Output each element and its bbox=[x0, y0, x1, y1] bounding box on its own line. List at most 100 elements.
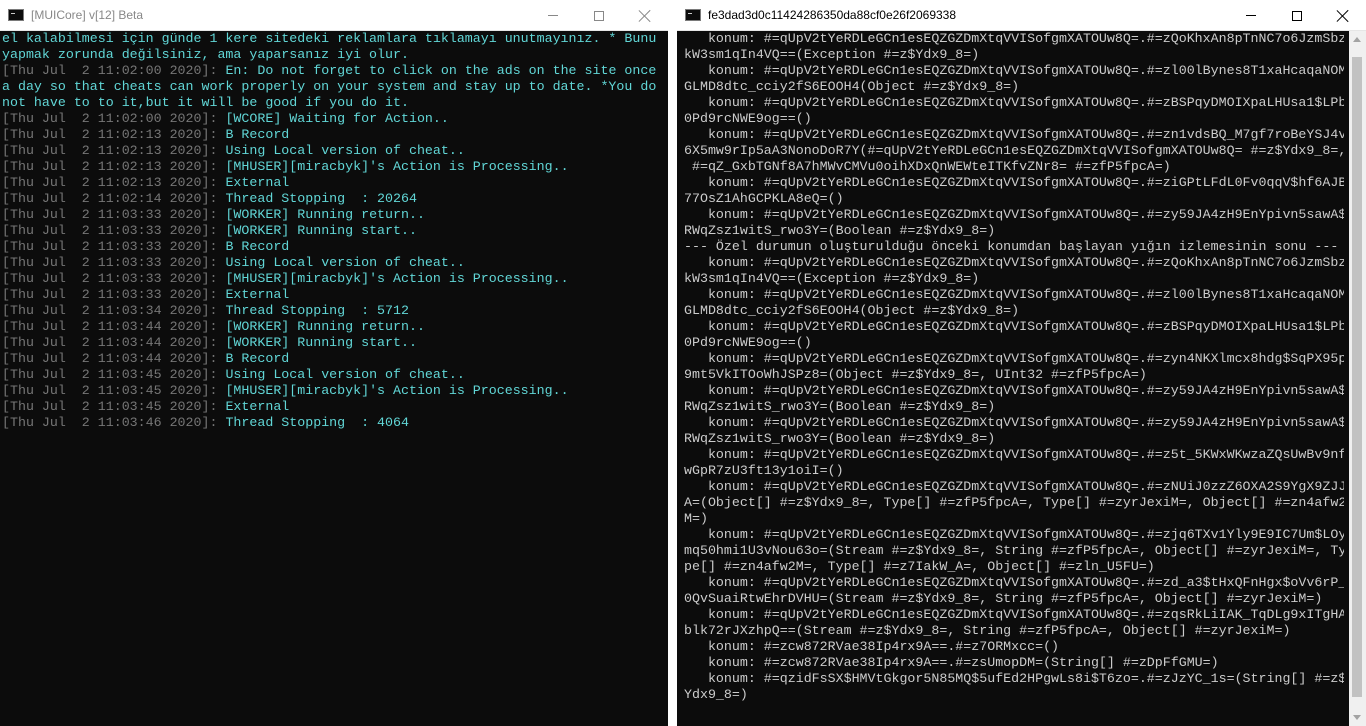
stack-trace-line: konum: #=zcw872RVae38Ip4rx9A==.#=zsUmopD… bbox=[684, 655, 1219, 670]
log-message: Using Local version of cheat.. bbox=[225, 255, 465, 270]
log-timestamp: [Thu Jul 2 11:03:33 2020]: bbox=[2, 255, 226, 270]
stack-trace-line: konum: #=qUpV2tYeRDLeGCn1esEQZGZDmXtqVVI… bbox=[684, 63, 1344, 78]
console-line: [Thu Jul 2 11:03:44 2020]: B Record bbox=[2, 351, 660, 367]
console-line: a day so that cheats can work properly o… bbox=[2, 79, 660, 95]
log-timestamp: [Thu Jul 2 11:02:13 2020]: bbox=[2, 159, 226, 174]
stack-trace-line: RWqZsz1witS_rwo3Y=(Boolean #=z$Ydx9_8=) bbox=[684, 431, 996, 446]
stack-trace-line: konum: #=qUpV2tYeRDLeGCn1esEQZGZDmXtqVVI… bbox=[684, 351, 1344, 366]
stack-trace-line: 9mt5VkITOoWhJSPz8=(Object #=z$Ydx9_8=, U… bbox=[684, 367, 1147, 382]
log-message: Thread Stopping : 4064 bbox=[225, 415, 409, 430]
stack-trace-line: konum: #=qUpV2tYeRDLeGCn1esEQZGZDmXtqVVI… bbox=[684, 607, 1344, 622]
stack-trace-line: RWqZsz1witS_rwo3Y=(Boolean #=z$Ydx9_8=) bbox=[684, 223, 996, 238]
log-message: not have to to it,but it will be good if… bbox=[2, 95, 409, 110]
scroll-down-arrow-icon[interactable] bbox=[1353, 715, 1361, 720]
stack-trace-line: konum: #=qUpV2tYeRDLeGCn1esEQZGZDmXtqVVI… bbox=[684, 255, 1344, 270]
stack-trace-line: wGpR7zU3ft13y1oiI=() bbox=[684, 463, 844, 478]
stack-trace-line: kW3sm1qIn4VQ==(Exception #=z$Ydx9_8=) bbox=[684, 271, 980, 286]
minimize-button[interactable] bbox=[1228, 0, 1274, 31]
log-message: Thread Stopping : 20264 bbox=[225, 191, 417, 206]
log-message: Thread Stopping : 5712 bbox=[225, 303, 409, 318]
stack-trace-line: konum: #=qUpV2tYeRDLeGCn1esEQZGZDmXtqVVI… bbox=[684, 31, 1344, 46]
log-message: yapmak zorunda değilsiniz, ama yaparsanı… bbox=[2, 47, 409, 62]
log-timestamp: [Thu Jul 2 11:03:33 2020]: bbox=[2, 207, 226, 222]
stack-trace-line: konum: #=qUpV2tYeRDLeGCn1esEQZGZDmXtqVVI… bbox=[684, 527, 1344, 542]
stack-trace-line: pe[] #=zn4afw2M=, Type[] #=z7IakW_A=, Ob… bbox=[684, 559, 1155, 574]
stack-trace-line: konum: #=zcw872RVae38Ip4rx9A==.#=z7ORMxc… bbox=[684, 639, 1060, 654]
maximize-button[interactable] bbox=[576, 0, 622, 31]
log-timestamp: [Thu Jul 2 11:03:34 2020]: bbox=[2, 303, 226, 318]
stack-trace-line: konum: #=qUpV2tYeRDLeGCn1esEQZGZDmXtqVVI… bbox=[684, 575, 1344, 590]
window-controls bbox=[1228, 0, 1366, 31]
console-line: [Thu Jul 2 11:03:33 2020]: Using Local v… bbox=[2, 255, 660, 271]
log-message: [WORKER] Running start.. bbox=[225, 223, 417, 238]
log-message: En: Do not forget to click on the ads on… bbox=[225, 63, 657, 78]
console-line: [Thu Jul 2 11:03:33 2020]: [MHUSER][mira… bbox=[2, 271, 660, 287]
stack-trace-line: 0QvSuaiRtwEhrDVHU=(Stream #=z$Ydx9_8=, S… bbox=[684, 591, 1323, 606]
log-timestamp: [Thu Jul 2 11:03:44 2020]: bbox=[2, 319, 226, 334]
stack-trace-line: --- Özel durumun oluşturulduğu önceki ko… bbox=[684, 239, 1339, 254]
log-message: External bbox=[225, 287, 290, 302]
console-line: [Thu Jul 2 11:02:14 2020]: Thread Stoppi… bbox=[2, 191, 660, 207]
console-line: el kalabilmesi için günde 1 kere sitedek… bbox=[2, 31, 660, 47]
stack-trace-line: #=qZ_GxbTGNf8A7hMWvCMVu0oihXDxQnWEWteITK… bbox=[684, 159, 1171, 174]
log-timestamp: [Thu Jul 2 11:03:45 2020]: bbox=[2, 367, 226, 382]
title-bar[interactable]: fe3dad3d0c11424286350da88cf0e26f2069338 bbox=[677, 0, 1366, 31]
console-line: not have to to it,but it will be good if… bbox=[2, 95, 660, 111]
log-timestamp: [Thu Jul 2 11:03:46 2020]: bbox=[2, 415, 226, 430]
log-timestamp: [Thu Jul 2 11:02:00 2020]: bbox=[2, 63, 226, 78]
log-timestamp: [Thu Jul 2 11:02:13 2020]: bbox=[2, 175, 226, 190]
log-message: [MHUSER][miracbyk]'s Action is Processin… bbox=[225, 271, 569, 286]
console-line: [Thu Jul 2 11:02:13 2020]: B Record bbox=[2, 127, 660, 143]
scrollbar-thumb[interactable] bbox=[1352, 57, 1362, 697]
log-timestamp: [Thu Jul 2 11:03:44 2020]: bbox=[2, 335, 226, 350]
close-icon bbox=[1336, 9, 1350, 23]
muicore-console-window: [MUICore] v[12] Beta el kalabilmesi için… bbox=[0, 0, 668, 726]
vertical-scrollbar[interactable] bbox=[1349, 31, 1366, 726]
maximize-button[interactable] bbox=[1274, 0, 1320, 31]
log-message: B Record bbox=[225, 127, 290, 142]
maximize-icon bbox=[1292, 10, 1302, 21]
stack-trace-line: konum: #=qUpV2tYeRDLeGCn1esEQZGZDmXtqVVI… bbox=[684, 175, 1344, 190]
console-line: [Thu Jul 2 11:02:13 2020]: Using Local v… bbox=[2, 143, 660, 159]
window-title: [MUICore] v[12] Beta bbox=[31, 8, 144, 22]
console-line: [Thu Jul 2 11:03:33 2020]: External bbox=[2, 287, 660, 303]
title-bar[interactable]: [MUICore] v[12] Beta bbox=[0, 0, 668, 31]
close-button[interactable] bbox=[622, 0, 668, 31]
stack-trace-line: blk72rJXzhpQ==(Stream #=z$Ydx9_8=, Strin… bbox=[684, 623, 1291, 638]
log-message: [MHUSER][miracbyk]'s Action is Processin… bbox=[225, 383, 569, 398]
console-line: [Thu Jul 2 11:02:13 2020]: [MHUSER][mira… bbox=[2, 159, 660, 175]
scroll-up-arrow-icon[interactable] bbox=[1353, 37, 1361, 42]
stack-trace-line: konum: #=qUpV2tYeRDLeGCn1esEQZGZDmXtqVVI… bbox=[684, 127, 1344, 142]
log-timestamp: [Thu Jul 2 11:03:44 2020]: bbox=[2, 351, 226, 366]
log-message: Using Local version of cheat.. bbox=[225, 143, 465, 158]
stack-trace-line: 0Pd9rcNWE9og==() bbox=[684, 335, 812, 350]
desktop-gap bbox=[668, 0, 677, 726]
console-line: [Thu Jul 2 11:03:45 2020]: External bbox=[2, 399, 660, 415]
log-message: [MHUSER][miracbyk]'s Action is Processin… bbox=[225, 159, 569, 174]
log-message: [WORKER] Running return.. bbox=[225, 207, 425, 222]
minimize-icon bbox=[1246, 15, 1256, 16]
console-line: [Thu Jul 2 11:02:13 2020]: External bbox=[2, 175, 660, 191]
log-timestamp: [Thu Jul 2 11:03:33 2020]: bbox=[2, 239, 226, 254]
stack-trace-line: konum: #=qUpV2tYeRDLeGCn1esEQZGZDmXtqVVI… bbox=[684, 415, 1344, 430]
minimize-button[interactable] bbox=[530, 0, 576, 31]
console-output[interactable]: konum: #=qUpV2tYeRDLeGCn1esEQZGZDmXtqVVI… bbox=[684, 31, 1344, 726]
stack-trace-line: mq50hmi1U3vNou63o=(Stream #=z$Ydx9_8=, S… bbox=[684, 543, 1344, 558]
stacktrace-console-window: fe3dad3d0c11424286350da88cf0e26f2069338 … bbox=[677, 0, 1366, 726]
console-line: [Thu Jul 2 11:03:34 2020]: Thread Stoppi… bbox=[2, 303, 660, 319]
console-output[interactable]: el kalabilmesi için günde 1 kere sitedek… bbox=[2, 31, 660, 726]
console-line: [Thu Jul 2 11:03:33 2020]: [WORKER] Runn… bbox=[2, 223, 660, 239]
console-line: [Thu Jul 2 11:03:45 2020]: Using Local v… bbox=[2, 367, 660, 383]
log-timestamp: [Thu Jul 2 11:03:33 2020]: bbox=[2, 271, 226, 286]
stack-trace-line: konum: #=qUpV2tYeRDLeGCn1esEQZGZDmXtqVVI… bbox=[684, 447, 1344, 462]
close-button[interactable] bbox=[1320, 0, 1366, 31]
log-message: el kalabilmesi için günde 1 kere sitedek… bbox=[2, 31, 657, 46]
log-timestamp: [Thu Jul 2 11:02:13 2020]: bbox=[2, 143, 226, 158]
stack-trace-line: RWqZsz1witS_rwo3Y=(Boolean #=z$Ydx9_8=) bbox=[684, 399, 996, 414]
close-icon bbox=[638, 9, 652, 23]
stack-trace-line: konum: #=qUpV2tYeRDLeGCn1esEQZGZDmXtqVVI… bbox=[684, 319, 1344, 334]
minimize-icon bbox=[548, 15, 558, 16]
console-line: [Thu Jul 2 11:03:46 2020]: Thread Stoppi… bbox=[2, 415, 660, 431]
stack-trace-line: GLMD8dtc_cciy2fS6EOOH4(Object #=z$Ydx9_8… bbox=[684, 79, 1020, 94]
stack-trace-line: konum: #=qUpV2tYeRDLeGCn1esEQZGZDmXtqVVI… bbox=[684, 95, 1344, 110]
